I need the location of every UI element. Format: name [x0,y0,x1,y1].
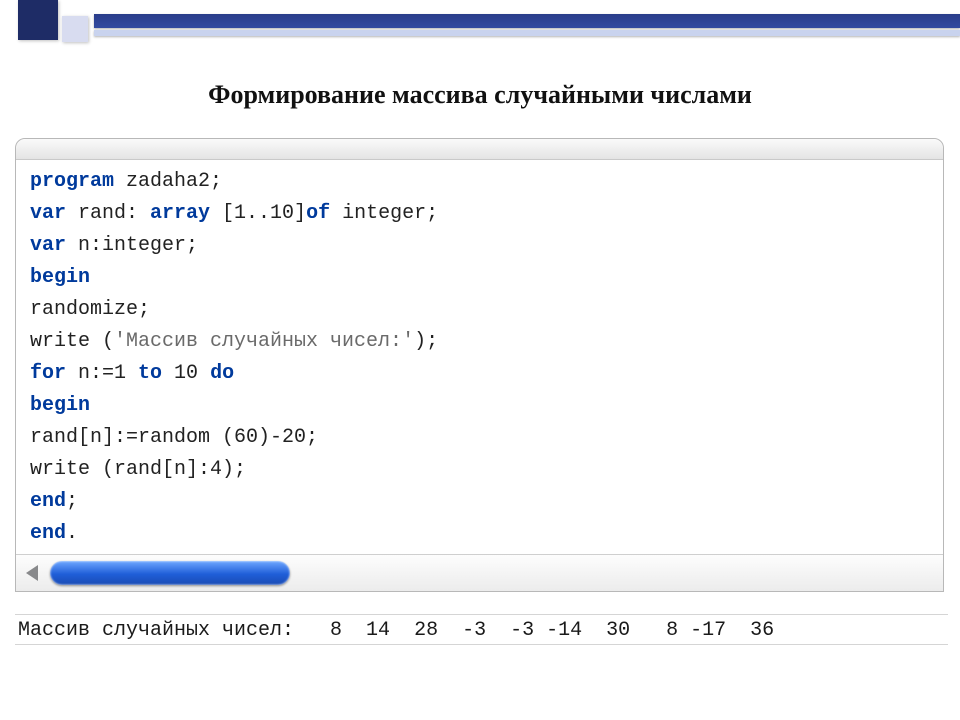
code-text: n:integer; [66,234,198,257]
keyword-for: for [30,362,66,385]
keyword-var: var [30,202,66,225]
keyword-begin: begin [30,394,90,417]
slide-title: Формирование массива случайными числами [0,80,960,110]
keyword-array: array [150,202,210,225]
keyword-end: end [30,490,66,513]
keyword-begin: begin [30,266,90,289]
code-text: zadaha2; [114,170,222,193]
keyword-program: program [30,170,114,193]
keyword-do: do [210,362,234,385]
code-text: n:=1 [66,362,138,385]
code-text: [1..10] [210,202,306,225]
code-body: program zadaha2; var rand: array [1..10]… [16,160,943,554]
keyword-of: of [306,202,330,225]
scroll-thumb[interactable] [50,561,290,585]
code-text: write (rand[n]:4); [30,458,246,481]
code-text: 10 [162,362,210,385]
keyword-to: to [138,362,162,385]
code-text: integer; [330,202,438,225]
code-text: rand[n]:=random (60)-20; [30,426,318,449]
slide-decoration [0,0,960,48]
keyword-var: var [30,234,66,257]
code-panel: program zadaha2; var rand: array [1..10]… [15,138,944,592]
code-panel-titlebar [16,139,943,160]
string-literal: 'Массив случайных чисел:' [114,330,414,353]
scroll-left-arrow-icon[interactable] [26,565,38,581]
code-text: . [66,522,78,545]
code-text: ; [66,490,78,513]
code-text: randomize; [30,298,150,321]
code-text: ); [414,330,438,353]
code-text: write ( [30,330,114,353]
keyword-end: end [30,522,66,545]
program-output: Массив случайных чисел: 8 14 28 -3 -3 -1… [15,614,948,645]
horizontal-scrollbar[interactable] [16,554,943,591]
code-text: rand: [66,202,150,225]
